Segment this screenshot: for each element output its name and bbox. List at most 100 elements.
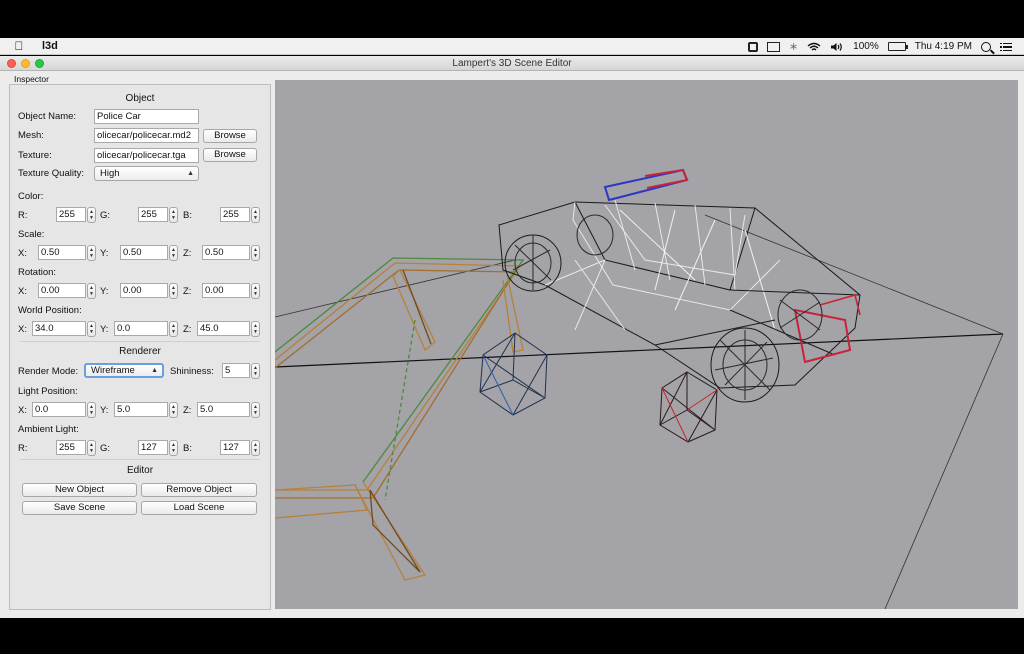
ambient-g-label: G: bbox=[100, 443, 111, 454]
mesh-path-field[interactable]: olicecar/policecar.md2 bbox=[94, 128, 199, 143]
app-menu-name[interactable]: l3d bbox=[42, 40, 58, 52]
menu-bar:  l3d ∗ 100% Thu 4:19 PM bbox=[0, 38, 1024, 55]
scale-z-field[interactable]: 0.50 bbox=[202, 245, 250, 260]
rotation-x-stepper[interactable]: ▲ ▼ bbox=[87, 283, 96, 299]
load-scene-button[interactable]: Load Scene bbox=[141, 501, 257, 515]
inspector-panel: Object Object Name: Police Car Mesh: oli… bbox=[9, 84, 271, 610]
ambient-b-stepper[interactable]: ▲ ▼ bbox=[251, 440, 260, 456]
minimize-window-button[interactable] bbox=[21, 59, 30, 68]
status-area: ∗ 100% Thu 4:19 PM bbox=[747, 38, 1012, 55]
battery-percent: 100% bbox=[853, 41, 879, 52]
color-g-stepper[interactable]: ▲ ▼ bbox=[169, 207, 178, 223]
remove-object-button[interactable]: Remove Object bbox=[141, 483, 257, 497]
light-y-field[interactable]: 5.0 bbox=[114, 402, 168, 417]
light-z-field[interactable]: 5.0 bbox=[197, 402, 250, 417]
select-arrows-icon: ▲ bbox=[151, 367, 158, 374]
color-label: Color: bbox=[18, 191, 44, 202]
battery-icon[interactable] bbox=[887, 42, 908, 51]
render-mode-select[interactable]: Wireframe ▲ bbox=[84, 363, 164, 378]
inspector-tab-label: Inspector bbox=[14, 74, 49, 84]
light-z-label: Z: bbox=[183, 405, 192, 416]
section-divider bbox=[20, 459, 260, 460]
zoom-window-button[interactable] bbox=[35, 59, 44, 68]
color-b-field[interactable]: 255 bbox=[220, 207, 250, 222]
ambient-b-label: B: bbox=[183, 443, 192, 454]
shininess-stepper[interactable]: ▲ ▼ bbox=[251, 363, 260, 379]
color-g-label: G: bbox=[100, 210, 111, 221]
apple-icon[interactable]:  bbox=[12, 39, 26, 53]
new-object-button[interactable]: New Object bbox=[22, 483, 137, 497]
color-b-stepper[interactable]: ▲ ▼ bbox=[251, 207, 260, 223]
bluetooth-icon[interactable]: ∗ bbox=[789, 40, 798, 53]
shininess-label: Shininess: bbox=[170, 366, 214, 377]
ambient-b-field[interactable]: 127 bbox=[220, 440, 250, 455]
color-r-field[interactable]: 255 bbox=[56, 207, 86, 222]
world-x-field[interactable]: 34.0 bbox=[32, 321, 86, 336]
shininess-field[interactable]: 5 bbox=[222, 363, 250, 378]
light-y-label: Y: bbox=[100, 405, 109, 416]
scale-y-field[interactable]: 0.50 bbox=[120, 245, 168, 260]
close-window-button[interactable] bbox=[7, 59, 16, 68]
scale-label: Scale: bbox=[18, 229, 45, 240]
world-z-stepper[interactable]: ▲ ▼ bbox=[251, 321, 260, 337]
menubar-clock[interactable]: Thu 4:19 PM bbox=[915, 41, 972, 52]
window-titlebar[interactable]: Lampert's 3D Scene Editor bbox=[0, 56, 1024, 71]
table-wireframe bbox=[275, 257, 525, 581]
light-y-stepper[interactable]: ▲ ▼ bbox=[169, 402, 178, 418]
display-icon[interactable] bbox=[766, 41, 780, 52]
screen:  l3d ∗ 100% Thu 4:19 PM bbox=[0, 0, 1024, 654]
texture-path-field[interactable]: olicecar/policecar.tga bbox=[94, 148, 199, 163]
rotation-x-label: X: bbox=[18, 286, 27, 297]
window-title: Lampert's 3D Scene Editor bbox=[452, 58, 572, 69]
ambient-r-stepper[interactable]: ▲ ▼ bbox=[87, 440, 96, 456]
color-r-stepper[interactable]: ▲ ▼ bbox=[87, 207, 96, 223]
scene-canvas[interactable] bbox=[275, 80, 1018, 609]
rotation-label: Rotation: bbox=[18, 267, 57, 278]
mesh-label: Mesh: bbox=[18, 130, 44, 141]
light-z-stepper[interactable]: ▲ ▼ bbox=[251, 402, 260, 418]
volume-icon[interactable] bbox=[830, 42, 844, 52]
ambient-g-stepper[interactable]: ▲ ▼ bbox=[169, 440, 178, 456]
texture-quality-value: High bbox=[100, 168, 120, 179]
object-name-field[interactable]: Police Car bbox=[94, 109, 199, 124]
spotlight-icon[interactable] bbox=[981, 41, 991, 52]
wifi-icon[interactable] bbox=[807, 42, 821, 52]
save-scene-button[interactable]: Save Scene bbox=[22, 501, 137, 515]
ambient-g-field[interactable]: 127 bbox=[138, 440, 168, 455]
color-g-field[interactable]: 255 bbox=[138, 207, 168, 222]
rotation-z-stepper[interactable]: ▲ ▼ bbox=[251, 283, 260, 299]
texture-quality-select[interactable]: High ▲ bbox=[94, 166, 199, 181]
app-window: Lampert's 3D Scene Editor Inspector Obje… bbox=[0, 56, 1024, 618]
scale-x-field[interactable]: 0.50 bbox=[38, 245, 86, 260]
scene-viewport[interactable] bbox=[275, 80, 1018, 609]
world-y-stepper[interactable]: ▲ ▼ bbox=[169, 321, 178, 337]
world-z-field[interactable]: 45.0 bbox=[197, 321, 250, 336]
light-x-stepper[interactable]: ▲ ▼ bbox=[87, 402, 96, 418]
renderer-section-title: Renderer bbox=[119, 346, 161, 357]
rotation-x-field[interactable]: 0.00 bbox=[38, 283, 86, 298]
rotation-y-stepper[interactable]: ▲ ▼ bbox=[169, 283, 178, 299]
notification-list-icon[interactable] bbox=[1000, 42, 1012, 52]
scale-x-stepper[interactable]: ▲ ▼ bbox=[87, 245, 96, 261]
ambient-r-field[interactable]: 255 bbox=[56, 440, 86, 455]
texture-browse-button[interactable]: Browse bbox=[203, 148, 257, 162]
world-y-field[interactable]: 0.0 bbox=[114, 321, 168, 336]
light-x-label: X: bbox=[18, 405, 27, 416]
light-position-label: Light Position: bbox=[18, 386, 78, 397]
render-mode-label: Render Mode: bbox=[18, 366, 79, 377]
red-cube-wireframe bbox=[659, 371, 718, 443]
world-x-stepper[interactable]: ▲ ▼ bbox=[87, 321, 96, 337]
rotation-y-field[interactable]: 0.00 bbox=[120, 283, 168, 298]
floor-grid bbox=[275, 214, 1004, 609]
scale-z-label: Z: bbox=[183, 248, 192, 259]
color-b-label: B: bbox=[183, 210, 192, 221]
scale-z-stepper[interactable]: ▲ ▼ bbox=[251, 245, 260, 261]
light-x-field[interactable]: 0.0 bbox=[32, 402, 86, 417]
render-mode-value: Wireframe bbox=[91, 365, 135, 376]
dropbox-icon[interactable] bbox=[747, 41, 758, 52]
rotation-z-field[interactable]: 0.00 bbox=[202, 283, 250, 298]
texture-quality-label: Texture Quality: bbox=[18, 168, 84, 179]
object-section-title: Object bbox=[125, 93, 155, 104]
scale-y-stepper[interactable]: ▲ ▼ bbox=[169, 245, 178, 261]
mesh-browse-button[interactable]: Browse bbox=[203, 129, 257, 143]
